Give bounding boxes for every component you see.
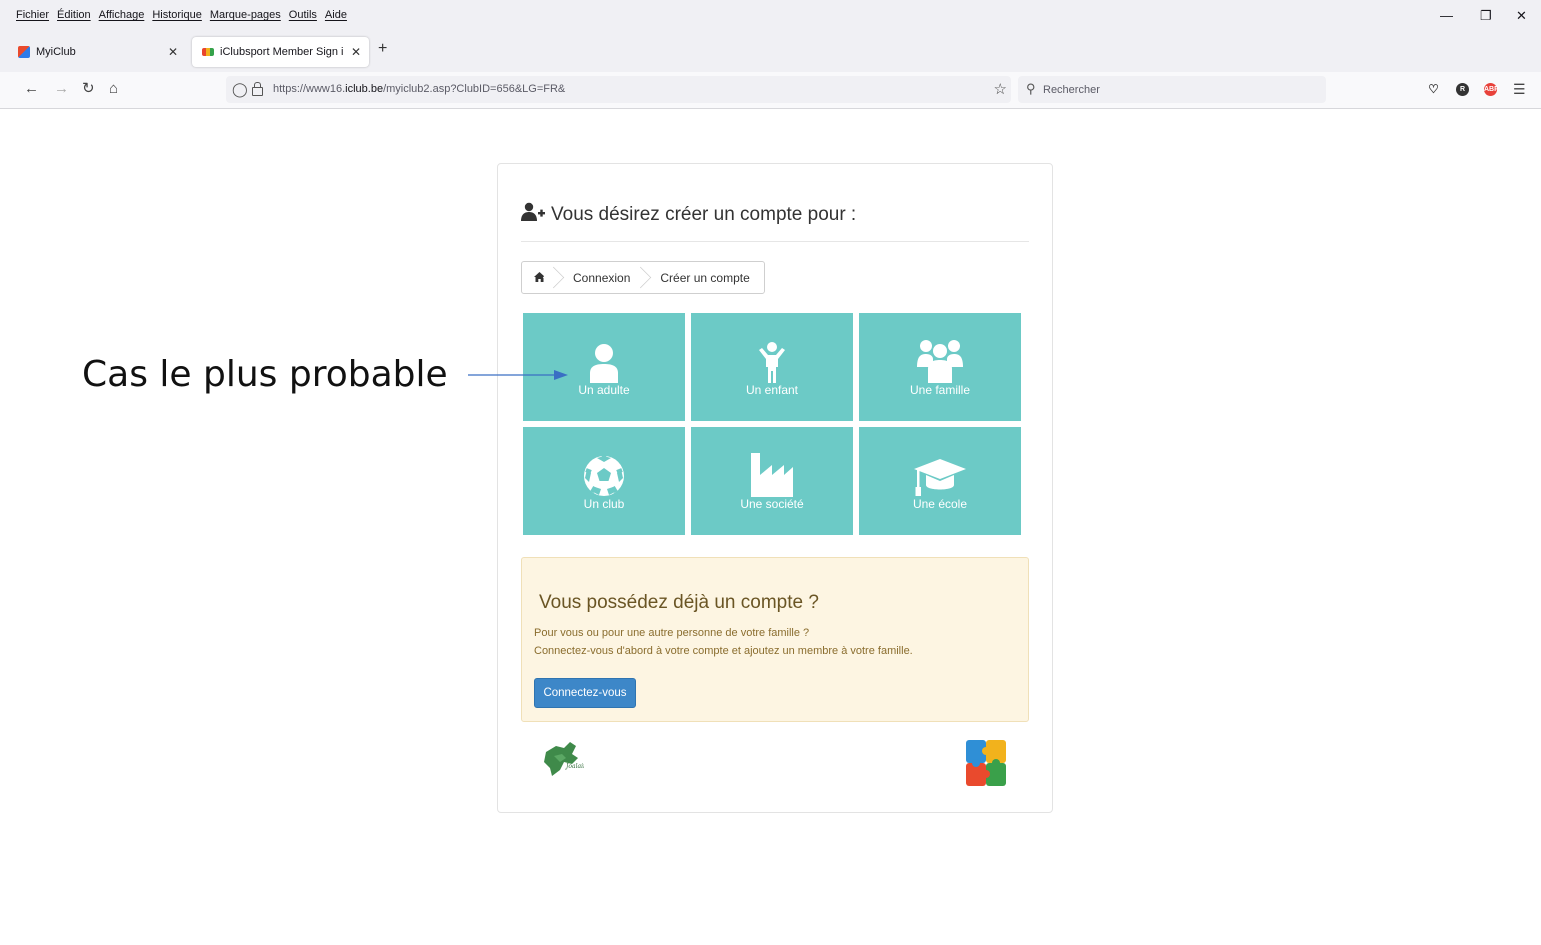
search-bar[interactable]: ⚲ Rechercher [1018, 76, 1326, 103]
tab-bar: MyiClub ✕ iClubsport Member Sign in ✕ + [0, 30, 1541, 72]
extension-r-icon[interactable]: R [1456, 83, 1469, 96]
existing-account-panel: Vous possédez déjà un compte ? Pour vous… [521, 557, 1029, 722]
search-icon: ⚲ [1026, 81, 1036, 96]
tile-label: Un club [583, 497, 625, 511]
existing-account-line1: Pour vous ou pour une autre personne de … [534, 627, 810, 639]
forward-arrow-icon[interactable]: → [54, 80, 69, 98]
restore-button[interactable]: ❐ [1480, 8, 1492, 24]
back-arrow-icon[interactable]: ← [24, 80, 39, 98]
menu-edition[interactable]: Édition [57, 9, 91, 21]
connect-button[interactable]: Connectez-vous [534, 678, 636, 708]
signup-card: Vous désirez créer un compte pour : Conn… [497, 163, 1053, 813]
tile-label: Un enfant [745, 383, 799, 397]
tile-label: Une famille [909, 383, 971, 397]
graduation-cap-icon [859, 445, 1021, 497]
iclubsport-icon [202, 48, 214, 56]
url-bar[interactable]: ◯ https://www16.iclub.be/myiclub2.asp?Cl… [226, 76, 1011, 103]
new-tab-button[interactable]: + [378, 40, 387, 58]
child-icon [691, 331, 853, 383]
home-icon [534, 271, 545, 285]
soccer-ball-icon [523, 445, 685, 497]
menu-marque-pages[interactable]: Marque-pages [210, 9, 281, 21]
title-divider [521, 241, 1029, 242]
menu-affichage[interactable]: Affichage [99, 9, 145, 21]
myiclub-icon [18, 46, 30, 58]
breadcrumb-creer-compte[interactable]: Créer un compte [644, 262, 763, 293]
search-placeholder: Rechercher [1043, 84, 1100, 96]
tab-title: MyiClub [36, 46, 76, 58]
bookmark-star-icon[interactable]: ☆ [994, 80, 1007, 98]
tile-adulte[interactable]: Un adulte [523, 313, 685, 421]
menu-aide[interactable]: Aide [325, 9, 347, 21]
tab-iclubsport[interactable]: iClubsport Member Sign in ✕ [192, 37, 369, 67]
close-window-button[interactable]: ✕ [1516, 8, 1527, 24]
url-text[interactable]: https://www16.iclub.be/myiclub2.asp?Club… [273, 83, 565, 95]
hamburger-menu-icon[interactable]: ☰ [1513, 80, 1526, 98]
users-icon [859, 331, 1021, 383]
tile-ecole[interactable]: Une école [859, 427, 1021, 535]
breadcrumb: Connexion Créer un compte [521, 261, 765, 294]
close-tab-icon[interactable]: ✕ [351, 45, 361, 59]
reload-icon[interactable]: ↻ [82, 80, 95, 98]
factory-icon [691, 445, 853, 497]
breadcrumb-label: Créer un compte [660, 270, 750, 285]
lock-icon[interactable] [252, 82, 263, 96]
adblock-icon[interactable]: ABP [1484, 83, 1499, 96]
shield-icon[interactable]: ◯ [232, 81, 248, 98]
tab-myiclub[interactable]: MyiClub ✕ [8, 37, 186, 67]
account-type-tiles: Un adulte Un enfant Une famille Un club [523, 313, 1023, 537]
existing-account-line2: Connectez-vous d'abord à votre compte et… [534, 645, 913, 657]
user-plus-icon [521, 202, 545, 228]
navigation-bar: ← → ↻ ⌂ ◯ https://www16.iclub.be/myiclub… [0, 72, 1541, 109]
tile-societe[interactable]: Une société [691, 427, 853, 535]
svg-text:Joalain: Joalain [564, 763, 584, 770]
club-logo: Joalain [542, 740, 587, 785]
tile-enfant[interactable]: Un enfant [691, 313, 853, 421]
annotation-arrow [468, 370, 568, 380]
tile-famille[interactable]: Une famille [859, 313, 1021, 421]
home-icon[interactable]: ⌂ [109, 80, 118, 98]
card-title-text: Vous désirez créer un compte pour : [551, 204, 857, 225]
tile-label: Une école [912, 497, 968, 511]
breadcrumb-connexion[interactable]: Connexion [557, 262, 644, 293]
breadcrumb-home[interactable] [522, 262, 557, 293]
tile-club[interactable]: Un club [523, 427, 685, 535]
tile-label: Une société [740, 497, 804, 511]
close-tab-icon[interactable]: ✕ [168, 45, 178, 59]
breadcrumb-label: Connexion [573, 270, 631, 285]
existing-account-heading: Vous possédez déjà un compte ? [539, 592, 819, 613]
menu-historique[interactable]: Historique [152, 9, 202, 21]
minimize-button[interactable]: — [1440, 8, 1453, 23]
menu-bar: Fichier Édition Affichage Historique Mar… [0, 0, 1541, 30]
tile-label: Un adulte [578, 383, 630, 397]
menu-fichier[interactable]: Fichier [16, 9, 49, 21]
menu-items: Fichier Édition Affichage Historique Mar… [16, 9, 347, 21]
card-title: Vous désirez créer un compte pour : [521, 202, 856, 228]
tab-title: iClubsport Member Sign in [220, 46, 343, 58]
iclub-puzzle-logo [966, 740, 1008, 793]
menu-outils[interactable]: Outils [289, 9, 317, 21]
annotation-text: Cas le plus probable [82, 354, 448, 395]
pocket-icon[interactable]: ♡ [1427, 83, 1440, 96]
